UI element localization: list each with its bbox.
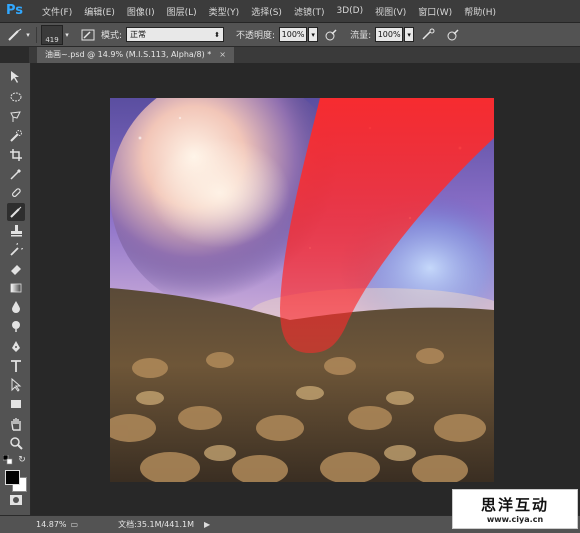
menu-window[interactable]: 窗口(W) xyxy=(412,5,458,18)
photoshop-logo: Ps xyxy=(6,3,24,18)
pressure-size-icon[interactable] xyxy=(444,27,462,43)
flow-input[interactable]: 100% xyxy=(375,27,404,42)
menu-edit[interactable]: 编辑(E) xyxy=(78,5,121,18)
flow-dropdown-button[interactable]: ▾ xyxy=(404,27,415,42)
watermark-title: 思洋互动 xyxy=(480,496,549,514)
watermark-url: www.ciya.cn xyxy=(486,515,544,524)
history-brush-tool-icon[interactable] xyxy=(7,241,25,259)
menu-file[interactable]: 文件(F) xyxy=(36,5,78,18)
mode-label: 模式: xyxy=(101,31,123,41)
opacity-input[interactable]: 100% xyxy=(279,27,308,42)
document-tab[interactable]: 油画~.psd @ 14.9% (M.I.S.113, Alpha/8) * × xyxy=(37,47,234,63)
airbrush-icon[interactable] xyxy=(420,27,438,43)
options-bar: ▾ 419 ▾ 模式: 正常 ⬍ 不透明度: 100% ▾ 流量: 100% ▾ xyxy=(0,23,580,47)
dodge-tool-icon[interactable] xyxy=(7,317,25,335)
eraser-tool-icon[interactable] xyxy=(7,260,25,278)
menu-type[interactable]: 类型(Y) xyxy=(203,5,246,18)
options-divider xyxy=(36,26,37,43)
document-tab-label: 油画~.psd @ 14.9% (M.I.S.113, Alpha/8) * xyxy=(45,50,212,59)
chevron-down-icon[interactable]: ▾ xyxy=(24,27,32,43)
rectangle-tool-icon[interactable] xyxy=(7,395,25,413)
site-watermark: 思洋互动 www.ciya.cn xyxy=(452,489,578,529)
updown-icon: ⬍ xyxy=(214,30,221,39)
menu-3d[interactable]: 3D(D) xyxy=(330,6,369,16)
menu-filter[interactable]: 滤镜(T) xyxy=(288,5,331,18)
menu-layer[interactable]: 图层(L) xyxy=(161,5,203,18)
hand-tool-icon[interactable] xyxy=(7,415,25,433)
status-preview-icon[interactable]: ▭ xyxy=(71,520,79,529)
default-colors-icon[interactable] xyxy=(3,455,13,465)
canvas-area[interactable] xyxy=(31,63,580,515)
pen-tool-icon[interactable] xyxy=(7,338,25,356)
menu-bar: Ps 文件(F) 编辑(E) 图像(I) 图层(L) 类型(Y) 选择(S) 滤… xyxy=(0,0,580,23)
quick-selection-tool-icon[interactable] xyxy=(7,127,25,145)
brush-size-value: 419 xyxy=(45,35,59,44)
brush-panel-toggle-icon[interactable] xyxy=(79,27,97,43)
pressure-opacity-icon[interactable] xyxy=(322,27,340,43)
chevron-down-icon[interactable]: ▾ xyxy=(63,27,71,43)
clone-stamp-tool-icon[interactable] xyxy=(7,222,25,240)
menu-select[interactable]: 选择(S) xyxy=(245,5,288,18)
opacity-label: 不透明度: xyxy=(236,31,276,41)
menu-image[interactable]: 图像(I) xyxy=(121,5,161,18)
mode-select-value: 正常 xyxy=(130,30,147,39)
menu-view[interactable]: 视图(V) xyxy=(369,5,412,18)
lasso-tool-icon[interactable] xyxy=(7,108,25,126)
zoom-tool-icon[interactable] xyxy=(7,434,25,452)
artwork-image xyxy=(110,98,494,482)
swap-colors-icon[interactable]: ↻ xyxy=(17,455,27,465)
foreground-color-swatch[interactable] xyxy=(5,470,20,485)
opacity-dropdown-button[interactable]: ▾ xyxy=(308,27,319,42)
blur-tool-icon[interactable] xyxy=(7,298,25,316)
flow-label: 流量: xyxy=(350,31,372,41)
zoom-level[interactable]: 14.87% xyxy=(36,520,67,529)
gradient-tool-icon[interactable] xyxy=(7,279,25,297)
brush-size-picker[interactable]: 419 xyxy=(41,24,63,45)
brush-tool-icon[interactable] xyxy=(7,203,25,221)
move-tool-icon[interactable] xyxy=(7,68,25,86)
document-info[interactable]: 文档:35.1M/441.1M xyxy=(118,519,194,530)
type-tool-icon[interactable] xyxy=(7,357,25,375)
status-menu-icon[interactable]: ▶ xyxy=(204,520,210,529)
brush-tool-preset-icon[interactable] xyxy=(6,27,24,43)
flow-value: 100% xyxy=(377,30,401,39)
path-selection-tool-icon[interactable] xyxy=(7,376,25,394)
mode-select[interactable]: 正常 ⬍ xyxy=(126,27,225,42)
opacity-value: 100% xyxy=(281,30,305,39)
healing-brush-tool-icon[interactable] xyxy=(7,184,25,202)
crop-tool-icon[interactable] xyxy=(7,146,25,164)
artwork-canvas[interactable] xyxy=(110,98,494,482)
tools-panel: ↻ xyxy=(0,63,31,515)
eyedropper-tool-icon[interactable] xyxy=(7,165,25,183)
document-tab-bar: 油画~.psd @ 14.9% (M.I.S.113, Alpha/8) * × xyxy=(29,47,580,63)
menu-help[interactable]: 帮助(H) xyxy=(458,5,502,18)
close-icon[interactable]: × xyxy=(219,50,226,59)
marquee-tool-icon[interactable] xyxy=(7,88,25,106)
quick-mask-icon[interactable] xyxy=(7,491,25,509)
